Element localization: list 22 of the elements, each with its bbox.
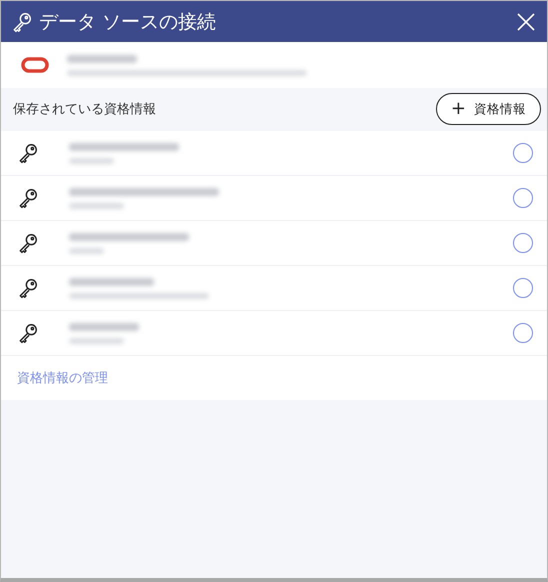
radio-button[interactable] [513,278,533,298]
key-icon [11,10,33,32]
key-icon [17,187,39,209]
key-icon [17,232,39,254]
add-credential-button[interactable]: + 資格情報 [436,93,541,125]
blurred-text [69,338,124,344]
close-icon[interactable] [515,10,537,32]
key-icon [17,142,39,164]
radio-button[interactable] [513,233,533,253]
blurred-text [69,322,139,330]
section-heading: 保存されている資格情報 [13,101,156,118]
oval-logo-icon [21,57,49,73]
key-icon [17,322,39,344]
blurred-text [69,158,114,164]
radio-button[interactable] [513,143,533,163]
radio-button[interactable] [513,323,533,343]
radio-button[interactable] [513,188,533,208]
key-icon [17,277,39,299]
window-title: データ ソースの接続 [39,10,218,34]
blurred-text [67,54,137,62]
blurred-text [69,248,104,254]
blurred-text [69,202,124,208]
